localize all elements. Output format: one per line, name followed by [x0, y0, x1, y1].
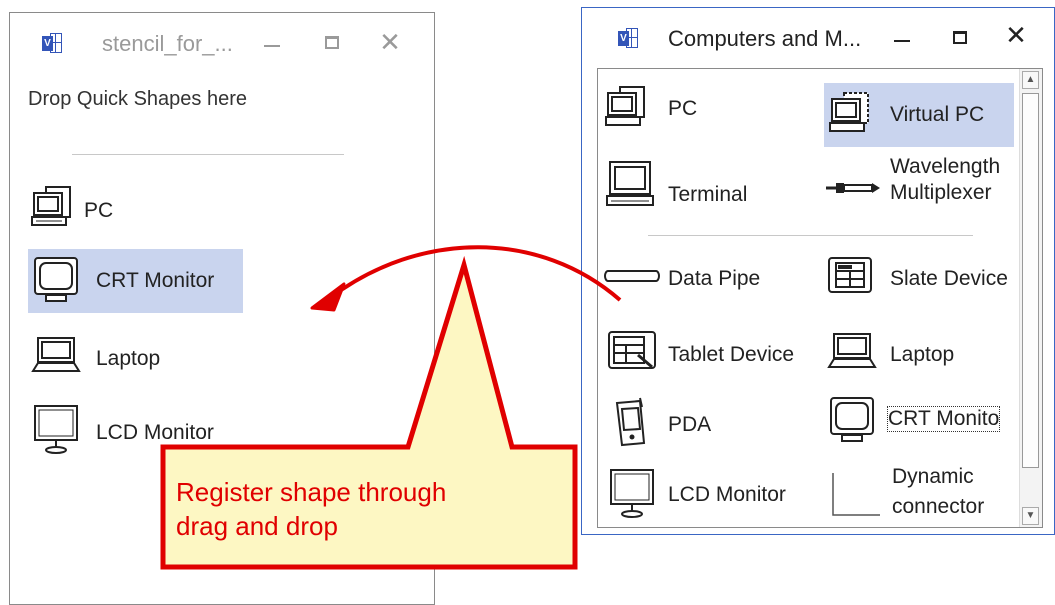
annotation-overlay	[160, 245, 622, 570]
callout-line-2: drag and drop	[176, 511, 338, 541]
callout-text: Register shape through drag and drop	[176, 475, 446, 543]
callout-line-1: Register shape through	[176, 477, 447, 507]
drag-arrow-curve	[328, 245, 622, 302]
drag-arrow-head	[310, 282, 346, 312]
